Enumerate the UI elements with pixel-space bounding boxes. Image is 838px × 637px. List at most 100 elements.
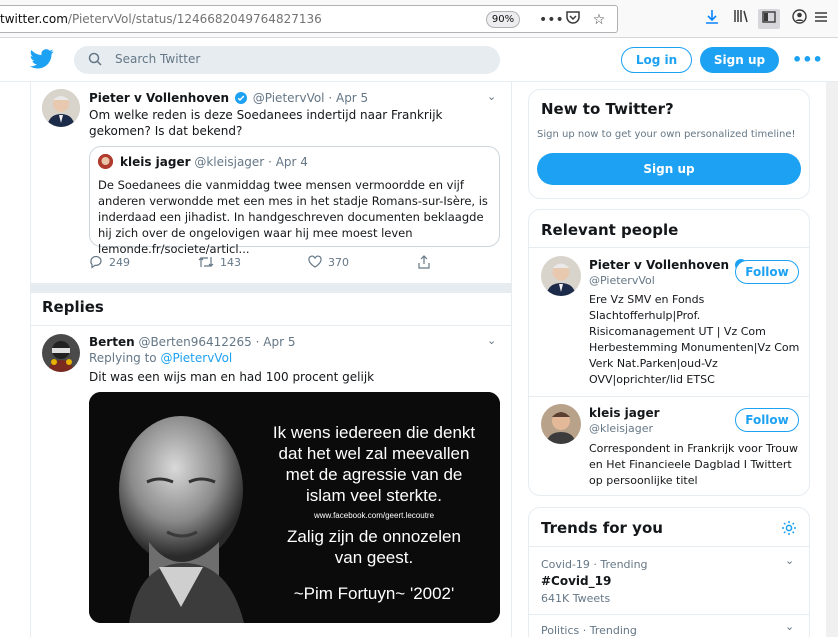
login-button[interactable]: Log in — [621, 47, 692, 73]
pocket-icon[interactable] — [563, 10, 583, 30]
person-name[interactable]: Pieter v Vollenhoven — [589, 258, 749, 272]
url-text: twitter.com/PietervVol/status/1246682049… — [0, 12, 322, 26]
follow-button[interactable]: Follow — [735, 408, 799, 432]
reply-icon — [90, 255, 102, 269]
image-quote-line: Zalig zijn de onnozelen — [287, 527, 461, 546]
reply-count: 249 — [109, 256, 130, 269]
menu-icon[interactable] — [810, 9, 832, 29]
retweet-icon — [198, 257, 214, 267]
url-path: /PietervVol/status/1246682049764827136 — [67, 12, 322, 26]
heart-icon — [308, 255, 322, 268]
chevron-down-icon[interactable]: ⌄ — [785, 620, 794, 633]
avatar[interactable] — [541, 256, 581, 296]
trend-name[interactable]: #Covid_19 — [541, 574, 611, 588]
image-quote-line: islam veel sterkte. — [305, 486, 443, 505]
more-options-icon[interactable]: ••• — [792, 50, 823, 69]
like-count: 370 — [328, 256, 349, 269]
avatar[interactable] — [42, 89, 80, 127]
retweet-count: 143 — [220, 256, 241, 269]
quote-author-handle: @kleisjager — [194, 155, 265, 169]
image-facebook-url: www.facebook.com/geert.lecoutre — [313, 511, 435, 520]
browser-toolbar: twitter.com/PietervVol/status/1246682049… — [0, 0, 838, 38]
chevron-down-icon[interactable]: ⌄ — [487, 90, 496, 103]
tweet-header: Pieter v Vollenhoven @PietervVol · Apr 5 — [89, 91, 369, 105]
zoom-level-badge[interactable]: 90% — [486, 11, 520, 28]
chevron-down-icon[interactable]: ⌄ — [487, 334, 496, 347]
main-timeline: Pieter v Vollenhoven @PietervVol · Apr 5… — [30, 82, 512, 637]
card-title: Trends for you — [541, 519, 663, 537]
quote-date: Apr 4 — [275, 155, 308, 169]
library-icon[interactable] — [730, 9, 752, 29]
card-subtitle: Sign up now to get your own personalized… — [537, 129, 796, 140]
chevron-down-icon[interactable]: ⌄ — [785, 554, 794, 567]
reply-date[interactable]: Apr 5 — [263, 335, 295, 349]
person-bio: Correspondent in Frankrijk voor Trouw en… — [589, 442, 798, 487]
quote-text: De Soedanees die vanmiddag twee mensen v… — [98, 178, 488, 256]
person-handle[interactable]: @kleisjager — [589, 422, 653, 435]
new-to-twitter-card: New to Twitter? Sign up now to get your … — [528, 89, 810, 199]
twitter-header: Search Twitter Log in Sign up ••• — [0, 38, 838, 82]
section-divider — [31, 283, 511, 293]
follow-button[interactable]: Follow — [735, 260, 799, 284]
trend-context: Covid-19 · Trending — [541, 558, 648, 571]
trend-tweet-count: 641K Tweets — [541, 592, 611, 605]
verified-badge-icon — [234, 92, 247, 104]
url-bar[interactable]: twitter.com/PietervVol/status/1246682049… — [0, 5, 618, 33]
divider — [529, 546, 809, 547]
quote-author-name: kleis jager — [120, 155, 191, 169]
replies-heading: Replies — [42, 298, 104, 316]
page-actions-icon[interactable]: ••• — [539, 10, 564, 30]
search-input[interactable]: Search Twitter — [74, 46, 500, 74]
author-name[interactable]: Pieter v Vollenhoven — [89, 91, 229, 105]
divider — [529, 396, 809, 397]
divider — [529, 614, 809, 615]
trend-context: Politics · Trending — [541, 624, 637, 637]
card-title: Relevant people — [541, 221, 679, 239]
person-bio: Ere Vz SMV en Fonds Slachtofferhulp|Prof… — [589, 293, 800, 386]
replying-to-line: Replying to @PietervVol — [89, 351, 232, 365]
divider — [529, 247, 809, 248]
share-icon — [418, 255, 430, 269]
reply-header: Berten @Berten96412265 · Apr 5 — [89, 335, 296, 349]
reply-text: Dit was een wijs man en had 100 procent … — [89, 370, 375, 384]
image-quote-line: Ik wens iedereen die denkt — [272, 423, 476, 442]
relevant-people-card: Relevant people Pieter v Vollenhoven @Pi… — [528, 209, 810, 496]
quoted-tweet[interactable]: kleis jager @kleisjager · Apr 4 De Soeda… — [89, 146, 500, 256]
sidebar-toggle-icon[interactable] — [758, 9, 780, 29]
avatar[interactable] — [541, 404, 581, 444]
reply-image[interactable]: Ik wens iedereen die denkt dat het wel z… — [89, 392, 500, 623]
share-button[interactable] — [417, 255, 437, 269]
avatar — [98, 154, 113, 169]
downloads-icon[interactable] — [701, 9, 723, 29]
image-quote-line: dat het wel zal meevallen — [278, 444, 470, 463]
replying-to-label: Replying to — [89, 351, 157, 365]
url-domain: twitter.com — [0, 12, 68, 26]
account-icon[interactable] — [788, 9, 810, 29]
quote-header: kleis jager @kleisjager · Apr 4 — [120, 155, 308, 169]
reply-button[interactable]: 249 — [89, 255, 130, 269]
replying-to-link[interactable]: @PietervVol — [160, 351, 232, 365]
search-placeholder: Search Twitter — [115, 52, 201, 66]
tweet-date[interactable]: Apr 5 — [336, 91, 368, 105]
settings-gear-icon[interactable] — [781, 520, 797, 539]
signup-button[interactable]: Sign up — [537, 153, 801, 185]
page-scrollbar[interactable] — [826, 82, 838, 637]
person-handle[interactable]: @PietervVol — [589, 274, 655, 287]
tweet-text: Om welke reden is deze Soedanees inderti… — [89, 108, 443, 138]
retweet-button[interactable]: 143 — [198, 255, 241, 269]
image-quote-attribution: ~Pim Fortuyn~ '2002' — [293, 584, 455, 603]
reply-author-name[interactable]: Berten — [89, 335, 135, 349]
signup-button[interactable]: Sign up — [700, 47, 779, 73]
tweet-actions: 249 143 370 — [89, 255, 449, 275]
person-name[interactable]: kleis jager — [589, 406, 660, 420]
search-icon — [88, 52, 102, 66]
twitter-bird-icon[interactable] — [30, 49, 54, 69]
author-handle[interactable]: @PietervVol — [253, 91, 325, 105]
card-title: New to Twitter? — [541, 100, 674, 118]
bookmark-star-icon[interactable]: ☆ — [589, 10, 609, 30]
divider — [31, 325, 511, 326]
image-quote-line: van geest. — [334, 548, 414, 567]
like-button[interactable]: 370 — [308, 255, 349, 269]
reply-author-handle[interactable]: @Berten96412265 — [138, 335, 251, 349]
avatar[interactable] — [42, 334, 80, 372]
